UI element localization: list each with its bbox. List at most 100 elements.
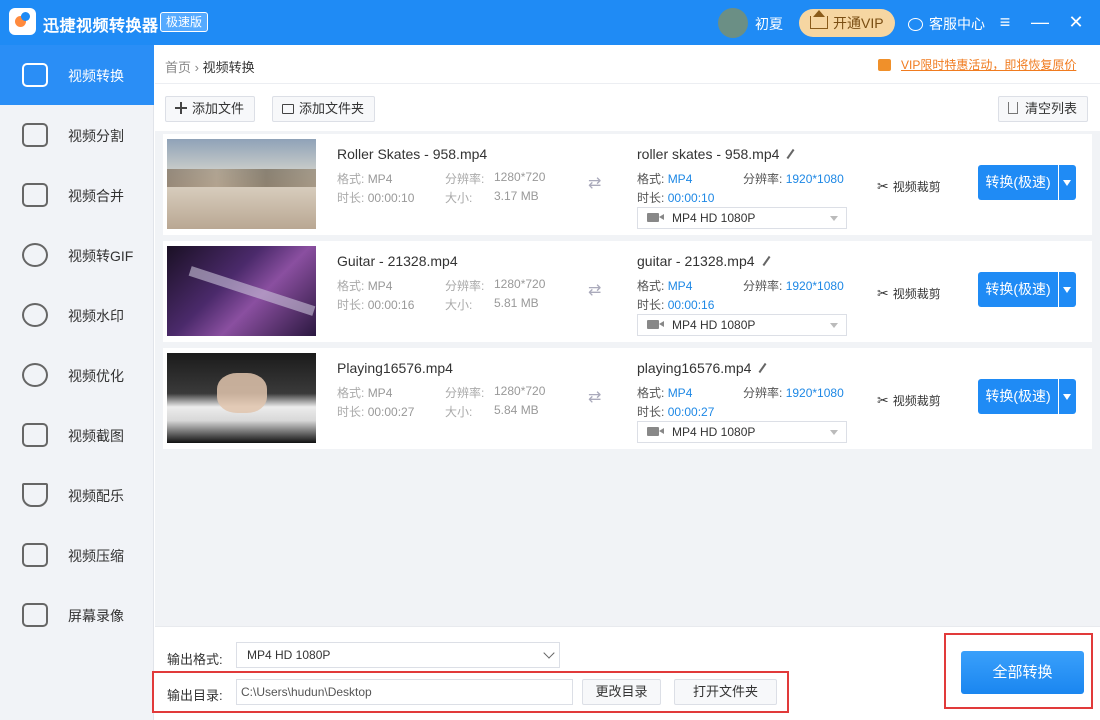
breadcrumb: 首页 › 视频转换	[165, 57, 255, 76]
resolution-label: 分辨率:	[743, 386, 783, 400]
convert-dropdown-icon[interactable]	[1059, 379, 1076, 414]
customer-service-label: 客服中心	[929, 16, 985, 32]
sidebar-item-label: 视频转换	[68, 68, 124, 84]
sidebar-item-label: 视频合并	[68, 188, 124, 204]
source-duration: 00:00:27	[367, 405, 415, 419]
avatar[interactable]	[718, 8, 748, 38]
output-preset-value: MP4 HD 1080P	[672, 318, 756, 332]
edit-pencil-icon[interactable]	[786, 148, 795, 160]
sidebar-item-label: 视频水印	[68, 308, 124, 324]
convert-all-button[interactable]: 全部转换	[961, 651, 1084, 694]
trash-icon	[1008, 102, 1018, 114]
size-label: 大小:	[445, 298, 473, 312]
video-thumbnail[interactable]	[167, 353, 316, 443]
convert-button[interactable]: 转换(极速)	[978, 165, 1058, 200]
format-label: 格式:	[637, 386, 665, 400]
title-bar: 迅捷视频转换器 极速版 初夏 开通VIP 客服中心 ≡ — ✕	[0, 0, 1100, 45]
sidebar-item-label: 视频截图	[68, 428, 124, 444]
compress-icon	[22, 543, 48, 567]
sidebar-item-video-split[interactable]: 视频分割	[0, 105, 154, 165]
output-file-name-text: guitar - 21328.mp4	[637, 253, 755, 269]
convert-dropdown-icon[interactable]	[1059, 165, 1076, 200]
convert-button[interactable]: 转换(极速)	[978, 272, 1058, 307]
plus-icon	[175, 102, 187, 114]
video-crop-label: 视频裁剪	[892, 394, 941, 408]
format-label: 格式:	[337, 172, 365, 186]
add-folder-label: 添加文件夹	[299, 101, 365, 116]
close-icon[interactable]: ✕	[1066, 12, 1086, 32]
output-file-name[interactable]: roller skates - 958.mp4	[637, 146, 796, 162]
breadcrumb-home[interactable]: 首页	[165, 60, 191, 75]
add-folder-button[interactable]: 添加文件夹	[272, 96, 376, 122]
sidebar-item-label: 视频压缩	[68, 548, 124, 564]
edit-pencil-icon[interactable]	[762, 255, 771, 267]
video-thumbnail[interactable]	[167, 139, 316, 229]
output-preset-select[interactable]: MP4 HD 1080P	[637, 314, 847, 336]
username[interactable]: 初夏	[755, 14, 783, 34]
sidebar-item-video-compress[interactable]: 视频压缩	[0, 525, 154, 585]
watermark-icon	[22, 303, 48, 327]
list-item: Roller Skates - 958.mp4 格式: MP4 分辨率: 128…	[163, 134, 1092, 235]
file-list: Roller Skates - 958.mp4 格式: MP4 分辨率: 128…	[155, 131, 1100, 626]
sidebar-item-video-gif[interactable]: 视频转GIF	[0, 225, 154, 285]
app-logo-icon	[9, 8, 36, 35]
scissors-icon: ✂	[877, 392, 889, 408]
output-duration: 00:00:10	[667, 191, 715, 205]
resolution-label: 分辨率:	[445, 172, 485, 186]
video-crop-button[interactable]: ✂ 视频裁剪	[877, 392, 941, 409]
output-resolution: 1920*1080	[785, 172, 844, 186]
output-preset-value: MP4 HD 1080P	[672, 425, 756, 439]
clear-list-button[interactable]: 清空列表	[998, 96, 1089, 122]
output-resolution: 1920*1080	[785, 279, 844, 293]
minimize-icon[interactable]: —	[1030, 12, 1050, 32]
output-file-name[interactable]: guitar - 21328.mp4	[637, 253, 772, 269]
sidebar-item-video-convert[interactable]: 视频转换	[0, 45, 154, 105]
output-format-value: MP4 HD 1080P	[247, 648, 331, 662]
video-camera-icon	[647, 320, 659, 329]
chat-icon	[908, 18, 923, 31]
sidebar-item-label: 视频转GIF	[68, 248, 134, 264]
source-size: 5.84 MB	[494, 403, 539, 417]
sidebar-item-video-merge[interactable]: 视频合并	[0, 165, 154, 225]
open-vip-button[interactable]: 开通VIP	[799, 9, 895, 37]
output-format-select[interactable]: MP4 HD 1080P	[236, 642, 560, 668]
video-thumbnail[interactable]	[167, 246, 316, 336]
sidebar-item-video-screenshot[interactable]: 视频截图	[0, 405, 154, 465]
source-format: MP4	[367, 172, 393, 186]
output-format: MP4	[667, 172, 693, 186]
output-format: MP4	[667, 386, 693, 400]
list-item: Playing16576.mp4 格式: MP4 分辨率: 1280*720 时…	[163, 348, 1092, 449]
source-duration: 00:00:10	[367, 191, 415, 205]
breadcrumb-current: 视频转换	[202, 60, 255, 75]
menu-icon[interactable]: ≡	[995, 12, 1015, 32]
resolution-label: 分辨率:	[743, 172, 783, 186]
add-file-button[interactable]: 添加文件	[165, 96, 256, 122]
sidebar-item-video-optimize[interactable]: 视频优化	[0, 345, 154, 405]
format-label: 格式:	[637, 279, 665, 293]
customer-service-button[interactable]: 客服中心	[908, 14, 985, 34]
divider	[155, 83, 1100, 84]
edit-pencil-icon[interactable]	[758, 362, 767, 374]
sidebar-item-video-music[interactable]: 视频配乐	[0, 465, 154, 525]
format-label: 格式:	[637, 172, 665, 186]
source-resolution: 1280*720	[494, 170, 546, 184]
caret-down-icon	[830, 216, 838, 221]
crown-icon	[810, 10, 828, 29]
output-format: MP4	[667, 279, 693, 293]
vip-promo-text: VIP限时特惠活动，即将恢复原价	[901, 58, 1077, 72]
video-crop-button[interactable]: ✂ 视频裁剪	[877, 285, 941, 302]
output-file-name[interactable]: playing16576.mp4	[637, 360, 768, 376]
convert-button[interactable]: 转换(极速)	[978, 379, 1058, 414]
output-preset-select[interactable]: MP4 HD 1080P	[637, 421, 847, 443]
video-crop-button[interactable]: ✂ 视频裁剪	[877, 178, 941, 195]
sidebar-item-video-watermark[interactable]: 视频水印	[0, 285, 154, 345]
sidebar-item-screen-record[interactable]: 屏幕录像	[0, 585, 154, 645]
output-resolution: 1920*1080	[785, 386, 844, 400]
output-preset-select[interactable]: MP4 HD 1080P	[637, 207, 847, 229]
output-duration: 00:00:16	[667, 298, 715, 312]
sidebar-item-label: 视频优化	[68, 368, 124, 384]
resolution-label: 分辨率:	[445, 279, 485, 293]
video-convert-icon	[22, 63, 48, 87]
vip-promo-link[interactable]: VIP限时特惠活动，即将恢复原价	[878, 56, 1076, 73]
convert-dropdown-icon[interactable]	[1059, 272, 1076, 307]
